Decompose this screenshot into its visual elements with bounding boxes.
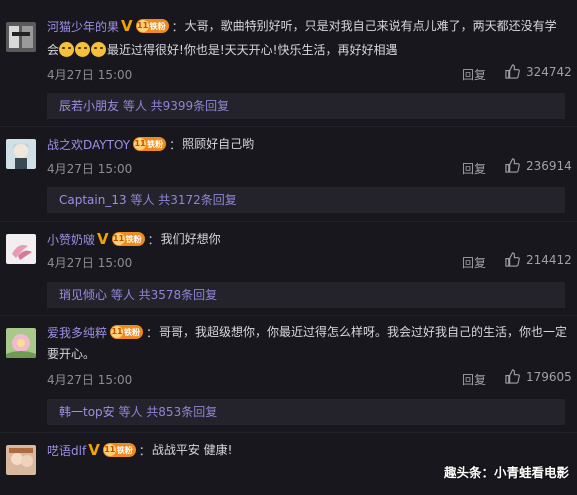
username[interactable]: 小赞奶啵 — [47, 231, 95, 248]
avatar[interactable] — [6, 328, 36, 358]
comment-text: 哥哥，我超级想你，你最近过得怎么样呀。我会过好我自己的生活，你也一定 — [159, 325, 568, 339]
colon: ： — [171, 19, 184, 34]
vip-v-icon: V — [88, 441, 100, 459]
badge-level: 11 — [136, 20, 149, 32]
like-button[interactable]: 236914 — [505, 158, 572, 173]
comment-text: 大哥，歌曲特别好听，只是对我自己来说有点儿难了，两天都还没有学 — [184, 19, 557, 33]
reply-count-text[interactable]: 等人 共3172条回复 — [127, 193, 236, 207]
replies-summary[interactable]: Captain_13 等人 共3172条回复 — [47, 187, 565, 213]
vip-v-icon: V — [121, 17, 133, 35]
replies-summary[interactable]: 辰若小朋友 等人 共9399条回复 — [47, 93, 565, 119]
reply-button[interactable]: 回复 — [462, 254, 486, 271]
emoji-icon — [75, 42, 91, 57]
divider — [0, 221, 577, 222]
emoji-icon — [91, 42, 107, 57]
reply-count-text[interactable]: 等人 共9399条回复 — [119, 99, 229, 113]
colon: ： — [138, 443, 151, 458]
avatar[interactable] — [6, 22, 36, 52]
reply-count-text[interactable]: 等人 共3578条回复 — [107, 288, 217, 302]
reply-button[interactable]: 回复 — [462, 371, 486, 388]
comment-date: 4月27日 15:00 — [47, 68, 133, 82]
thumbs-up-icon — [505, 64, 520, 79]
like-button[interactable]: 324742 — [505, 64, 572, 79]
badge-level: 11 — [112, 233, 125, 245]
comment-text-suffix: 最近过得很好!你也是!天天开心!快乐生活，再好好相遇 — [107, 43, 398, 57]
divider — [0, 432, 577, 433]
badge-level: 11 — [103, 444, 116, 456]
like-button[interactable]: 214412 — [505, 252, 572, 267]
badge-text: 铁粉 — [147, 139, 164, 149]
replies-summary[interactable]: 琑见倾心 等人 共3578条回复 — [47, 282, 565, 308]
badge-text: 铁粉 — [124, 327, 141, 337]
comment-date: 4月27日 15:00 — [47, 162, 133, 176]
comment-date: 4月27日 15:00 — [47, 373, 133, 387]
divider — [0, 315, 577, 316]
divider — [0, 126, 577, 127]
avatar[interactable] — [6, 445, 36, 475]
comment-text: 我们好想你 — [160, 232, 221, 246]
fan-badge-icon: 11 铁粉 — [135, 19, 169, 33]
comment-text: 战战平安 健康! — [151, 443, 233, 457]
reply-user[interactable]: 辰若小朋友 — [59, 99, 119, 113]
badge-text: 铁粉 — [149, 21, 166, 31]
badge-level: 11 — [111, 326, 124, 338]
comment-text-line2: 要开心。 — [47, 347, 96, 361]
badge-level: 11 — [134, 138, 147, 150]
like-count: 324742 — [526, 64, 572, 79]
badge-text: 铁粉 — [125, 234, 142, 244]
fan-badge-icon: 11 铁粉 — [102, 443, 136, 457]
avatar[interactable] — [6, 234, 36, 264]
fan-badge-icon: 11 铁粉 — [133, 137, 167, 151]
reply-button[interactable]: 回复 — [462, 160, 486, 177]
username[interactable]: 战之欢DAYTOY — [47, 136, 130, 153]
comment-text-prefix: 会 — [47, 43, 60, 57]
avatar[interactable] — [6, 139, 36, 169]
username[interactable]: 爱我多纯粹 — [47, 324, 107, 341]
reply-user[interactable]: 韩一top安 — [59, 405, 115, 419]
like-count: 214412 — [526, 252, 572, 267]
comment-text-line2: 会 最近过得很好!你也是!天天开心!快乐生活，再好好相遇 — [47, 40, 567, 61]
fan-badge-icon: 11 铁粉 — [110, 325, 144, 339]
reply-user[interactable]: 琑见倾心 — [59, 288, 107, 302]
thumbs-up-icon — [505, 252, 520, 267]
reply-user[interactable]: Captain_13 — [59, 193, 127, 207]
reply-count-text[interactable]: 等人 共853条回复 — [115, 405, 217, 419]
reply-button[interactable]: 回复 — [462, 66, 486, 83]
colon: ： — [147, 232, 160, 247]
comment-text: 照顾好自己哟 — [182, 137, 255, 151]
like-button[interactable]: 179605 — [505, 369, 572, 384]
badge-text: 铁粉 — [116, 445, 133, 455]
like-count: 236914 — [526, 158, 572, 173]
emoji-icon — [59, 42, 75, 57]
colon: ： — [169, 137, 182, 152]
like-count: 179605 — [526, 369, 572, 384]
comment-date: 4月27日 15:00 — [47, 256, 133, 270]
watermark: 趣头条：小青蛙看电影 — [443, 465, 569, 480]
thumbs-up-icon — [505, 369, 520, 384]
colon: ： — [146, 325, 159, 340]
replies-summary[interactable]: 韩一top安 等人 共853条回复 — [47, 399, 565, 425]
username[interactable]: 河猫少年的果 — [47, 18, 119, 35]
thumbs-up-icon — [505, 158, 520, 173]
vip-v-icon: V — [97, 230, 109, 248]
username[interactable]: 呓语dlf — [47, 442, 86, 459]
fan-badge-icon: 11 铁粉 — [111, 232, 145, 246]
